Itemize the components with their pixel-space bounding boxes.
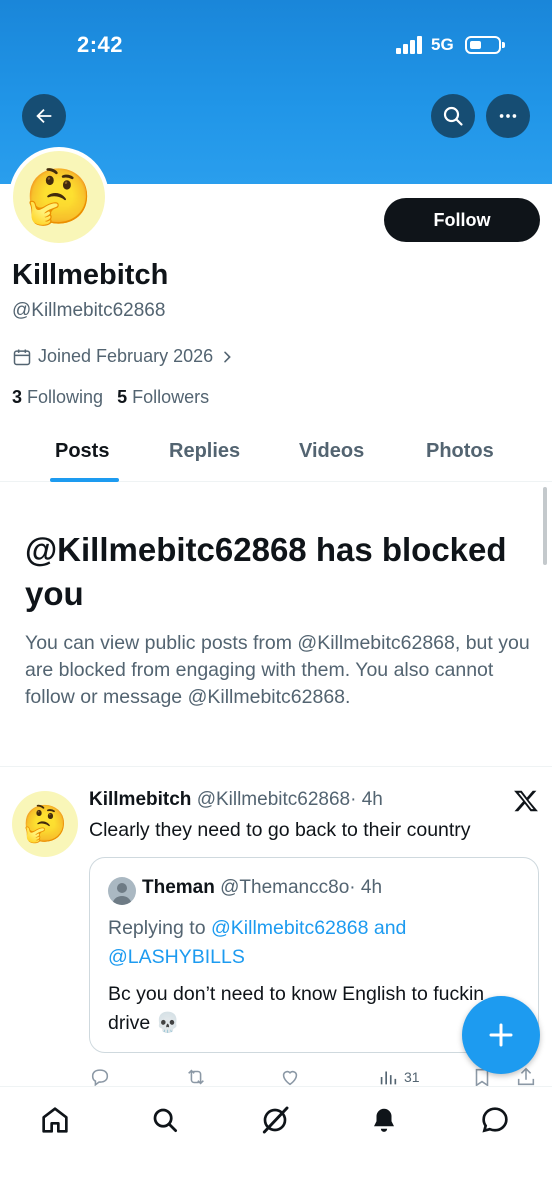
quote-author-handle: @Themancc8o [220,877,350,898]
following-link[interactable]: 3 Following [12,387,103,408]
following-label: Following [27,387,104,407]
followers-link[interactable]: 5 Followers [117,387,209,408]
profile-tabs: Posts Replies Videos Photos [0,426,552,482]
plus-icon [489,1023,513,1047]
bell-icon[interactable] [367,1103,401,1137]
tweet-actions: 31 [89,1066,539,1088]
chevron-right-icon [224,351,231,362]
search-button[interactable] [431,94,475,138]
followers-label: Followers [132,387,210,407]
follow-button[interactable]: Follow [384,198,540,242]
tab-videos[interactable]: Videos [299,440,364,463]
tweet-time: · 4h [350,789,383,810]
more-button[interactable] [486,94,530,138]
display-name: Killmebitch [12,259,169,291]
active-tab-indicator [50,478,119,482]
quote-author-name: Theman [142,877,215,898]
home-icon[interactable] [38,1103,72,1137]
thinking-face-emoji: 🤔 [22,803,68,844]
tweet-author-handle: @Killmebitc62868 [196,789,351,810]
quote-header: Theman @Themancc8o· 4h [142,877,382,899]
bottom-nav [0,1086,552,1200]
tab-posts[interactable]: Posts [55,440,109,463]
profile-avatar[interactable]: 🤔 [9,147,109,247]
messages-icon[interactable] [478,1103,512,1137]
battery-icon [465,36,505,54]
status-bar: 2:42 5G [0,0,552,80]
replying-to: Replying to @Killmebitc62868 and @LASHYB… [108,914,488,972]
calendar-icon [13,349,31,365]
back-button[interactable] [22,94,66,138]
search-icon [443,106,463,126]
tab-photos[interactable]: Photos [426,440,494,463]
grok-icon[interactable] [258,1103,292,1137]
status-time: 2:42 [77,32,124,57]
joined-date[interactable]: Joined February 2026 [12,346,235,367]
blocked-description: You can view public posts from @Killmebi… [25,632,530,708]
following-count: 3 [12,387,23,407]
tab-replies[interactable]: Replies [169,440,240,463]
signal-icon [396,36,424,54]
replying-prefix: Replying to [108,917,211,939]
quote-avatar [108,877,136,905]
more-icon [499,114,517,118]
quote-time: · 4h [349,877,383,898]
views-count: 31 [404,1069,420,1085]
tweet-author-name[interactable]: Killmebitch [89,789,191,810]
scrollbar[interactable] [543,487,547,565]
tweet-avatar[interactable]: 🤔 [12,791,78,857]
blocked-title: @Killmebitc62868 has blocked you [25,531,507,612]
profile-handle: @Killmebitc62868 [12,300,166,321]
follow-counts: 3 Following 5 Followers [12,387,209,408]
tweet-header: Killmebitch @Killmebitc62868· 4h [89,789,383,811]
followers-count: 5 [117,387,128,407]
joined-text: Joined February 2026 [38,346,214,366]
x-logo-icon [513,788,539,814]
network-type: 5G [431,35,454,54]
quote-text: Bc you don’t need to know English to fuc… [108,983,485,1034]
thinking-face-emoji: 🤔 [25,167,93,227]
views-stat[interactable]: 31 [377,1066,420,1088]
divider [0,766,552,767]
views-icon [380,1071,397,1085]
search-icon[interactable] [148,1103,182,1137]
tweet-text: Clearly they need to go back to their co… [89,819,471,841]
compose-button[interactable] [462,996,540,1074]
back-arrow-icon [36,108,52,124]
